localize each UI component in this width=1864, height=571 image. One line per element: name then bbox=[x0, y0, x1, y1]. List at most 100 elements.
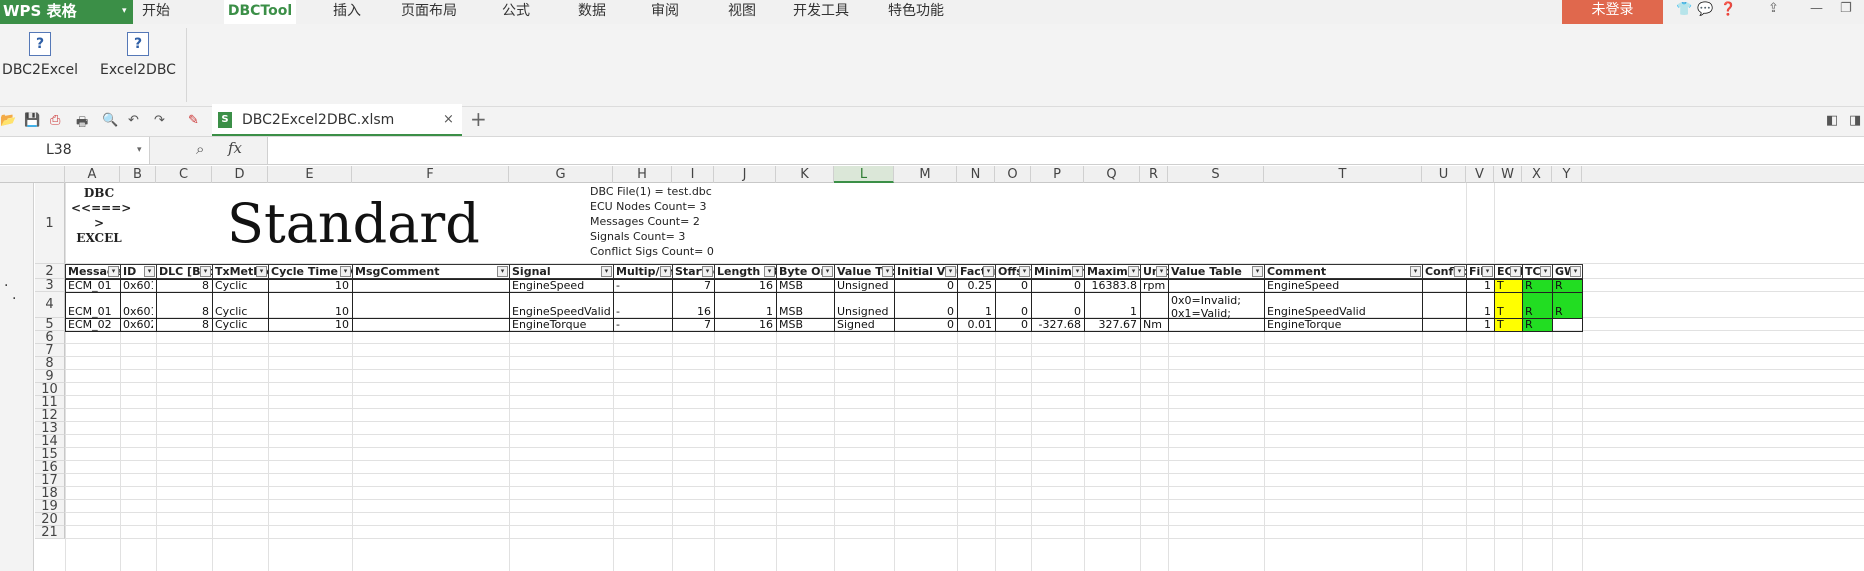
redo-icon[interactable]: ↷ bbox=[154, 113, 165, 128]
table-cell[interactable]: EngineSpeed bbox=[509, 279, 614, 293]
menu-tab-0[interactable]: 开始 bbox=[130, 0, 182, 24]
table-header-cell[interactable]: Cycle Time [Ms]▾ bbox=[268, 264, 353, 279]
column-header-C[interactable]: C bbox=[156, 166, 212, 183]
table-cell[interactable]: 16 bbox=[672, 292, 715, 319]
table-cell[interactable]: 0 bbox=[995, 292, 1032, 319]
excel2dbc-button[interactable]: ? Excel2DBC bbox=[100, 32, 176, 78]
table-cell[interactable] bbox=[352, 318, 510, 332]
table-header-cell[interactable]: Multip/Group▾ bbox=[613, 264, 673, 279]
sheet-options-icon[interactable]: ◧ bbox=[1826, 113, 1838, 128]
table-cell[interactable]: 0 bbox=[1031, 292, 1085, 319]
column-header-F[interactable]: F bbox=[352, 166, 509, 183]
table-header-cell[interactable]: Value Table ▾ bbox=[1168, 264, 1265, 279]
table-cell[interactable]: 16383.8 bbox=[1084, 279, 1141, 293]
table-cell[interactable]: Unsigned bbox=[834, 279, 895, 293]
table-cell[interactable]: 1 bbox=[1466, 318, 1495, 332]
table-cell[interactable]: ECM_01 bbox=[65, 292, 121, 319]
filter-dropdown-icon[interactable]: ▾ bbox=[340, 266, 351, 277]
menu-tab-1[interactable]: DBCTool bbox=[224, 0, 296, 24]
dbc2excel-button[interactable]: ? DBC2Excel bbox=[2, 32, 78, 78]
column-header-H[interactable]: H bbox=[613, 166, 672, 183]
table-cell[interactable]: 10 bbox=[268, 292, 353, 319]
table-header-cell[interactable]: Comment ▾ bbox=[1264, 264, 1423, 279]
table-cell[interactable]: 0x601 bbox=[120, 279, 157, 293]
table-cell[interactable]: Unsigned bbox=[834, 292, 895, 319]
table-cell[interactable]: 0 bbox=[995, 279, 1032, 293]
table-cell[interactable]: T bbox=[1494, 318, 1523, 332]
column-header-V[interactable]: V bbox=[1466, 166, 1494, 183]
chevron-down-icon[interactable]: ▾ bbox=[122, 0, 127, 22]
column-header-O[interactable]: O bbox=[995, 166, 1031, 183]
filter-dropdown-icon[interactable]: ▾ bbox=[1019, 266, 1030, 277]
new-tab-button[interactable]: + bbox=[470, 107, 487, 131]
table-cell[interactable]: 7 bbox=[672, 318, 715, 332]
column-header-P[interactable]: P bbox=[1031, 166, 1084, 183]
table-cell[interactable]: 0 bbox=[995, 318, 1032, 332]
table-cell[interactable]: MSB bbox=[776, 318, 835, 332]
table-cell[interactable] bbox=[1422, 318, 1467, 332]
table-cell[interactable]: R bbox=[1522, 318, 1553, 332]
filter-dropdown-icon[interactable]: ▾ bbox=[983, 266, 994, 277]
column-header-L[interactable]: L bbox=[834, 166, 894, 183]
table-cell[interactable]: 0x601 bbox=[120, 292, 157, 319]
filter-dropdown-icon[interactable]: ▾ bbox=[108, 266, 119, 277]
filter-dropdown-icon[interactable]: ▾ bbox=[1156, 266, 1167, 277]
filter-dropdown-icon[interactable]: ▾ bbox=[1570, 266, 1581, 277]
table-header-cell[interactable]: ECM▾ bbox=[1494, 264, 1523, 279]
column-header-Y[interactable]: Y bbox=[1552, 166, 1582, 183]
cell-reference-box[interactable]: L38 ▾ bbox=[0, 137, 150, 164]
column-header-W[interactable]: W bbox=[1494, 166, 1522, 183]
row-header-1[interactable]: 1 bbox=[35, 183, 65, 264]
table-cell[interactable]: R bbox=[1552, 292, 1583, 319]
table-cell[interactable]: EngineTorque bbox=[1264, 318, 1423, 332]
undo-icon[interactable]: ↶ bbox=[128, 113, 139, 128]
table-header-cell[interactable]: Offset ▾ bbox=[995, 264, 1032, 279]
filter-dropdown-icon[interactable]: ▾ bbox=[497, 266, 508, 277]
table-cell[interactable]: T bbox=[1494, 279, 1523, 293]
print-preview-icon[interactable]: 🔍 bbox=[102, 113, 118, 128]
column-header-U[interactable]: U bbox=[1422, 166, 1466, 183]
table-header-cell[interactable]: Signal ▾ bbox=[509, 264, 614, 279]
filter-dropdown-icon[interactable]: ▾ bbox=[1128, 266, 1139, 277]
maximize-icon[interactable]: ❐ bbox=[1840, 1, 1852, 16]
filter-dropdown-icon[interactable]: ▾ bbox=[1252, 266, 1263, 277]
table-cell[interactable]: ECM_01 bbox=[65, 279, 121, 293]
table-header-cell[interactable]: Message ▾ bbox=[65, 264, 121, 279]
table-cell[interactable]: - bbox=[613, 279, 673, 293]
table-cell[interactable]: EngineSpeed bbox=[1264, 279, 1423, 293]
column-header-R[interactable]: R bbox=[1140, 166, 1168, 183]
table-cell[interactable]: T bbox=[1494, 292, 1523, 319]
table-cell[interactable]: - bbox=[613, 292, 673, 319]
filter-dropdown-icon[interactable]: ▾ bbox=[660, 266, 671, 277]
print-icon[interactable]: 🖶 bbox=[76, 113, 88, 135]
table-cell[interactable]: Cyclic bbox=[212, 292, 269, 319]
table-cell[interactable] bbox=[1422, 292, 1467, 319]
formula-input[interactable] bbox=[268, 137, 1864, 164]
table-cell[interactable] bbox=[1140, 292, 1169, 319]
table-cell[interactable]: 0.01 bbox=[957, 318, 996, 332]
column-header-X[interactable]: X bbox=[1522, 166, 1552, 183]
table-cell[interactable]: EngineTorque bbox=[509, 318, 614, 332]
function-icon[interactable]: fx bbox=[228, 139, 242, 157]
filter-dropdown-icon[interactable]: ▾ bbox=[200, 266, 211, 277]
filter-dropdown-icon[interactable]: ▾ bbox=[822, 266, 833, 277]
table-cell[interactable]: R bbox=[1522, 292, 1553, 319]
column-header-T[interactable]: T bbox=[1264, 166, 1422, 183]
table-cell[interactable]: ECM_02 bbox=[65, 318, 121, 332]
table-header-cell[interactable]: TxMethod▾ bbox=[212, 264, 269, 279]
menu-tab-4[interactable]: 公式 bbox=[492, 0, 540, 24]
table-cell[interactable]: 16 bbox=[714, 318, 777, 332]
menu-tab-2[interactable]: 插入 bbox=[323, 0, 371, 24]
restore-ribbon-icon[interactable]: ⇪ bbox=[1768, 1, 1779, 16]
filter-dropdown-icon[interactable]: ▾ bbox=[1454, 266, 1465, 277]
row-header-4[interactable]: 4 bbox=[35, 292, 65, 318]
table-cell[interactable] bbox=[1168, 318, 1265, 332]
row-header-21[interactable]: 21 bbox=[35, 526, 65, 539]
table-cell[interactable]: R bbox=[1522, 279, 1553, 293]
worksheet-grid[interactable]: DBC <<===> > EXCEL Standard DBC File(1) … bbox=[35, 183, 1864, 571]
table-header-cell[interactable]: ID ▾ bbox=[120, 264, 157, 279]
table-cell[interactable]: 1 bbox=[714, 292, 777, 319]
table-cell[interactable]: 7 bbox=[672, 279, 715, 293]
column-header-E[interactable]: E bbox=[268, 166, 352, 183]
table-cell[interactable]: Nm bbox=[1140, 318, 1169, 332]
